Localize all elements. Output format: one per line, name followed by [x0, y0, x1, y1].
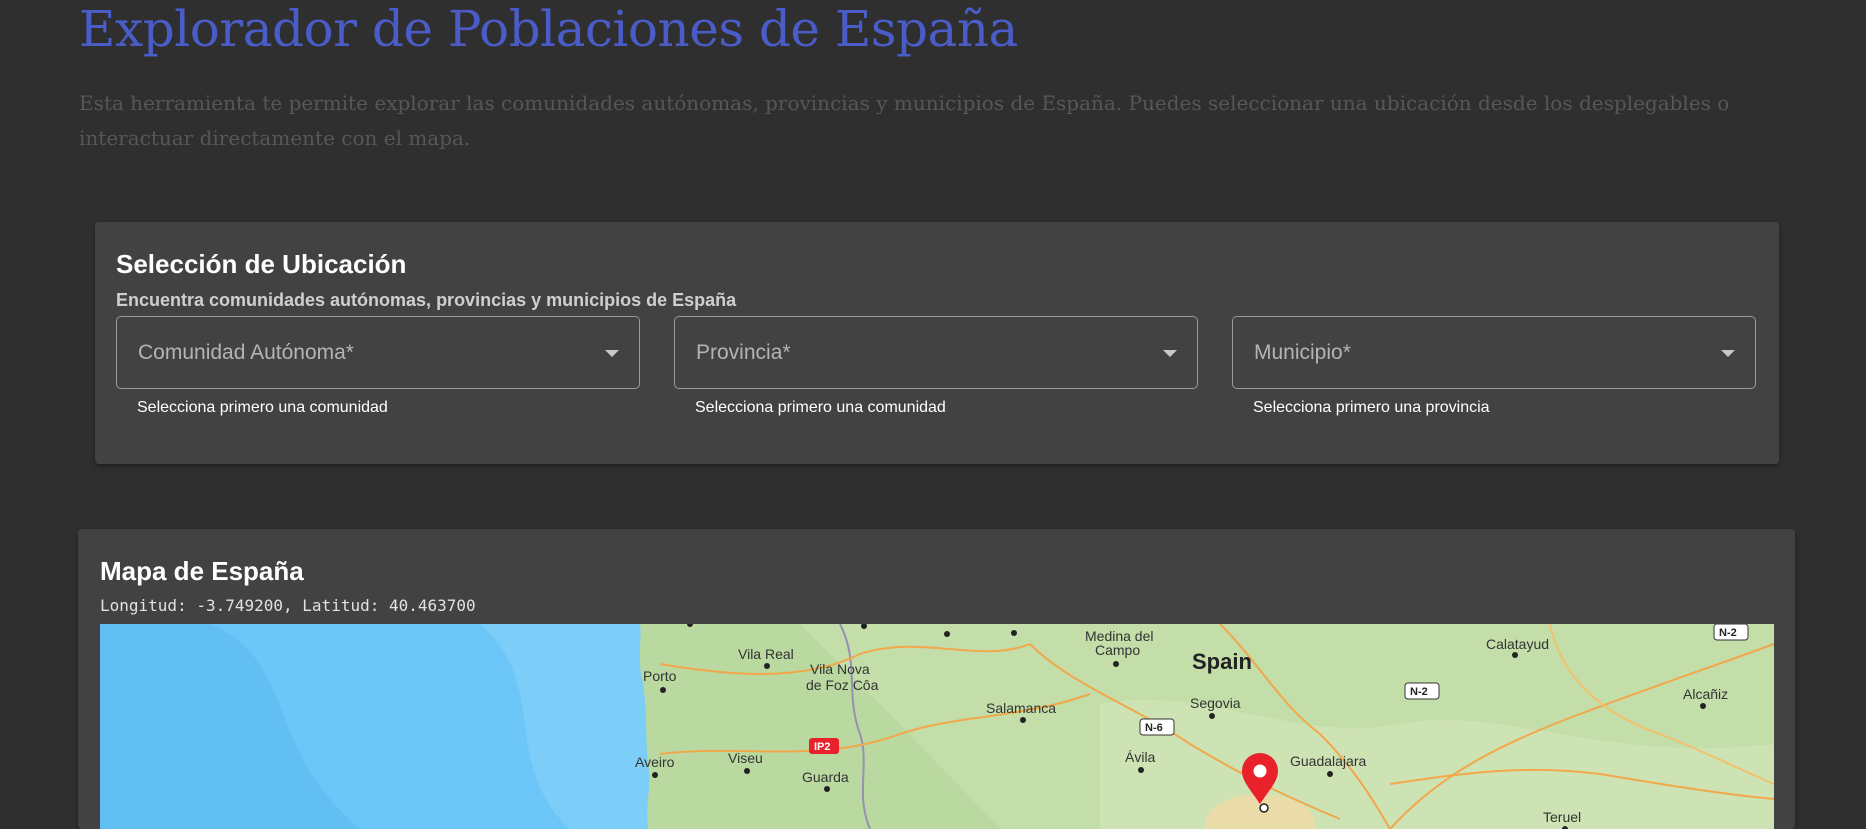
- dropdown-arrow-icon: [605, 350, 619, 357]
- municipality-select[interactable]: Municipio*: [1232, 316, 1756, 389]
- svg-text:Guarda: Guarda: [802, 769, 849, 785]
- svg-text:Teruel: Teruel: [1543, 809, 1581, 825]
- svg-text:do Douro Zamora: do Douro Zamora: [948, 624, 1058, 627]
- country-label: Spain: [1192, 649, 1252, 674]
- svg-text:Aveiro: Aveiro: [635, 754, 675, 770]
- road-badge: N-2: [1713, 624, 1749, 641]
- location-selection-card: Selección de Ubicación Encuentra comunid…: [95, 222, 1779, 464]
- spain-map[interactable]: Porto Vila Real Vila Nova de Foz Côa Ave…: [100, 624, 1774, 829]
- community-select-label: Comunidad Autónoma*: [138, 341, 354, 364]
- svg-text:Vila Nova: Vila Nova: [810, 661, 870, 677]
- svg-text:de Foz Côa: de Foz Côa: [806, 677, 879, 693]
- svg-text:N-2: N-2: [1719, 627, 1737, 639]
- province-select-label: Provincia*: [696, 341, 791, 364]
- svg-text:Salamanca: Salamanca: [986, 700, 1056, 716]
- svg-text:Alcañiz: Alcañiz: [1683, 686, 1728, 702]
- svg-text:N-6: N-6: [1145, 722, 1163, 734]
- svg-text:Vila Real: Vila Real: [738, 646, 794, 662]
- map-card: Mapa de España Longitud: -3.749200, Lati…: [78, 529, 1795, 829]
- svg-text:Calatayud: Calatayud: [1486, 636, 1549, 652]
- province-helper-text: Selecciona primero una comunidad: [695, 399, 946, 416]
- svg-text:Segovia: Segovia: [1190, 695, 1241, 711]
- page-title: Explorador de Poblaciones de España: [79, 0, 1018, 58]
- svg-text:N-2: N-2: [1410, 686, 1428, 698]
- dropdown-arrow-icon: [1163, 350, 1177, 357]
- svg-text:IP2: IP2: [814, 741, 831, 753]
- svg-text:Ávila: Ávila: [1125, 749, 1156, 765]
- svg-text:Viseu: Viseu: [728, 750, 763, 766]
- road-badge: N-2: [1404, 682, 1440, 700]
- svg-text:Guadalajara: Guadalajara: [1290, 753, 1366, 769]
- community-select[interactable]: Comunidad Autónoma*: [116, 316, 640, 389]
- municipality-select-label: Municipio*: [1254, 341, 1351, 364]
- community-helper-text: Selecciona primero una comunidad: [137, 399, 388, 416]
- selection-subtitle: Encuentra comunidades autónomas, provinc…: [116, 290, 737, 310]
- road-badge: IP2: [809, 738, 839, 754]
- coordinates-readout: Longitud: -3.749200, Latitud: 40.463700: [100, 596, 476, 615]
- dropdown-arrow-icon: [1721, 350, 1735, 357]
- svg-text:Campo: Campo: [1095, 642, 1140, 658]
- map-title: Mapa de España: [100, 556, 304, 586]
- municipality-helper-text: Selecciona primero una provincia: [1253, 399, 1490, 416]
- province-select[interactable]: Provincia*: [674, 316, 1198, 389]
- page-description: Esta herramienta te permite explorar las…: [79, 91, 1730, 150]
- selection-title: Selección de Ubicación: [116, 249, 407, 279]
- road-badge: N-6: [1139, 718, 1175, 736]
- svg-text:Porto: Porto: [643, 668, 677, 684]
